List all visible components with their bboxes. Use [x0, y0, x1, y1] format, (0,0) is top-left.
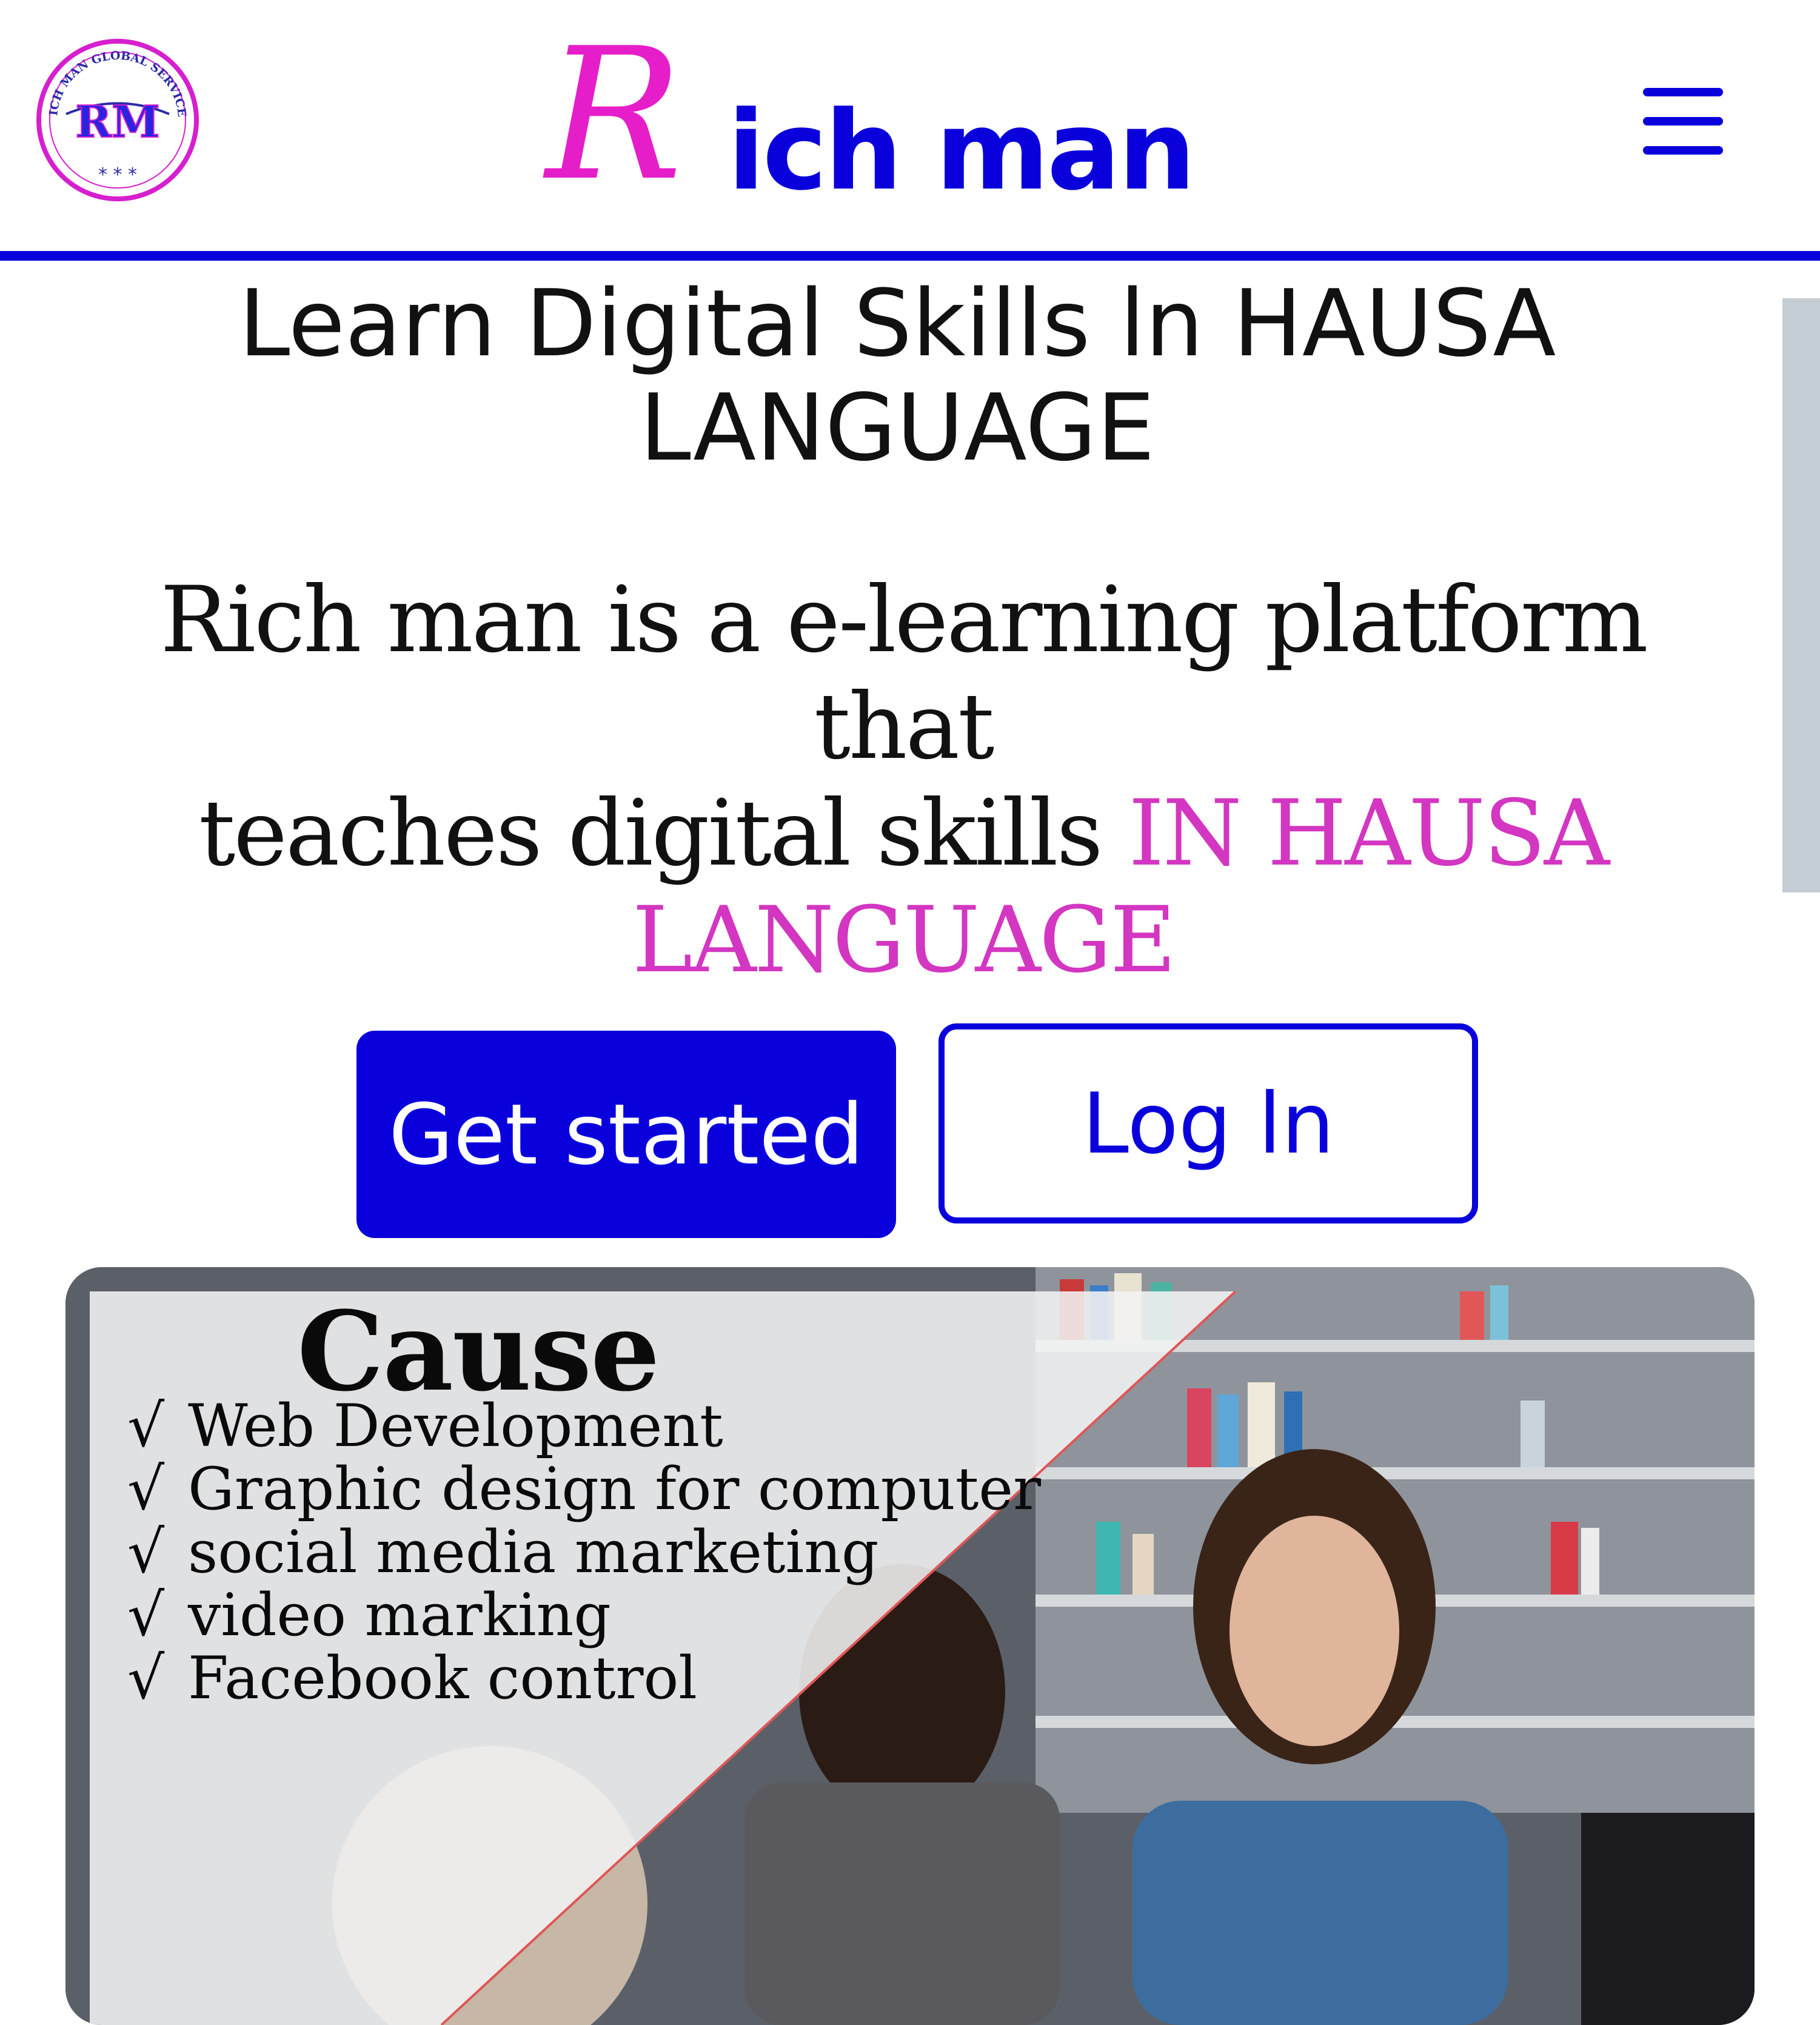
header-divider: [0, 251, 1820, 261]
course-name: video marking: [188, 1581, 611, 1649]
top-header: RICH MAN GLOBAL SERVICES RM * * * R ich …: [0, 0, 1820, 250]
log-in-button[interactable]: Log ln: [938, 1023, 1478, 1223]
checkmark-icon: √: [127, 1644, 165, 1712]
tagline-line-2: teaches digital skills IN HAUSA: [73, 780, 1734, 887]
course-list: √ Web Development √ Graphic design for com…: [127, 1394, 1041, 1710]
course-item: √ Facebook control: [127, 1647, 1041, 1710]
menu-bar-middle: [1643, 117, 1723, 126]
course-name: Graphic design for computer: [188, 1455, 1041, 1523]
brand-initial: R: [546, 9, 683, 221]
headline-line-1: Learn Digital Skills ln HAUSA: [238, 270, 1556, 377]
menu-bar-bottom: [1643, 146, 1723, 155]
tagline-accent-hausa: IN HAUSA: [1128, 781, 1610, 886]
course-name: social media marketing: [188, 1518, 879, 1586]
course-item: √ Web Development: [127, 1394, 1041, 1458]
brand-logo-badge[interactable]: RICH MAN GLOBAL SERVICES RM * * *: [33, 35, 202, 205]
brand-wordmark[interactable]: R ich man: [546, 24, 1261, 206]
tagline-line-2-text: teaches digital skills: [198, 781, 1129, 886]
logo-monogram: RM: [75, 96, 160, 147]
logo-stars: * * *: [98, 164, 137, 186]
page-headline: Learn Digital Skills ln HAUSA LANGUAGE: [97, 272, 1698, 480]
checkmark-icon: √: [127, 1392, 165, 1460]
course-item: √ video marking: [127, 1584, 1041, 1647]
course-item: √ social media marketing: [127, 1521, 1041, 1584]
course-name: Web Development: [188, 1392, 723, 1460]
menu-bar-top: [1643, 88, 1723, 96]
checkmark-icon: √: [127, 1581, 165, 1649]
checkmark-icon: √: [127, 1455, 165, 1523]
hamburger-icon[interactable]: [1637, 88, 1723, 158]
brand-name: ich man: [728, 88, 1196, 215]
headline-line-2: LANGUAGE: [639, 374, 1156, 481]
course-name: Facebook control: [188, 1644, 697, 1712]
tagline-accent-language: LANGUAGE: [632, 888, 1176, 993]
platform-description: Rich man is a e-learning platform that t…: [73, 567, 1734, 994]
page-scrollbar[interactable]: [1782, 298, 1820, 892]
course-item: √ Graphic design for computer: [127, 1458, 1041, 1521]
tagline-line-1: Rich man is a e-learning platform that: [160, 567, 1648, 780]
checkmark-icon: √: [127, 1518, 165, 1586]
get-started-button[interactable]: Get started: [356, 1031, 896, 1238]
